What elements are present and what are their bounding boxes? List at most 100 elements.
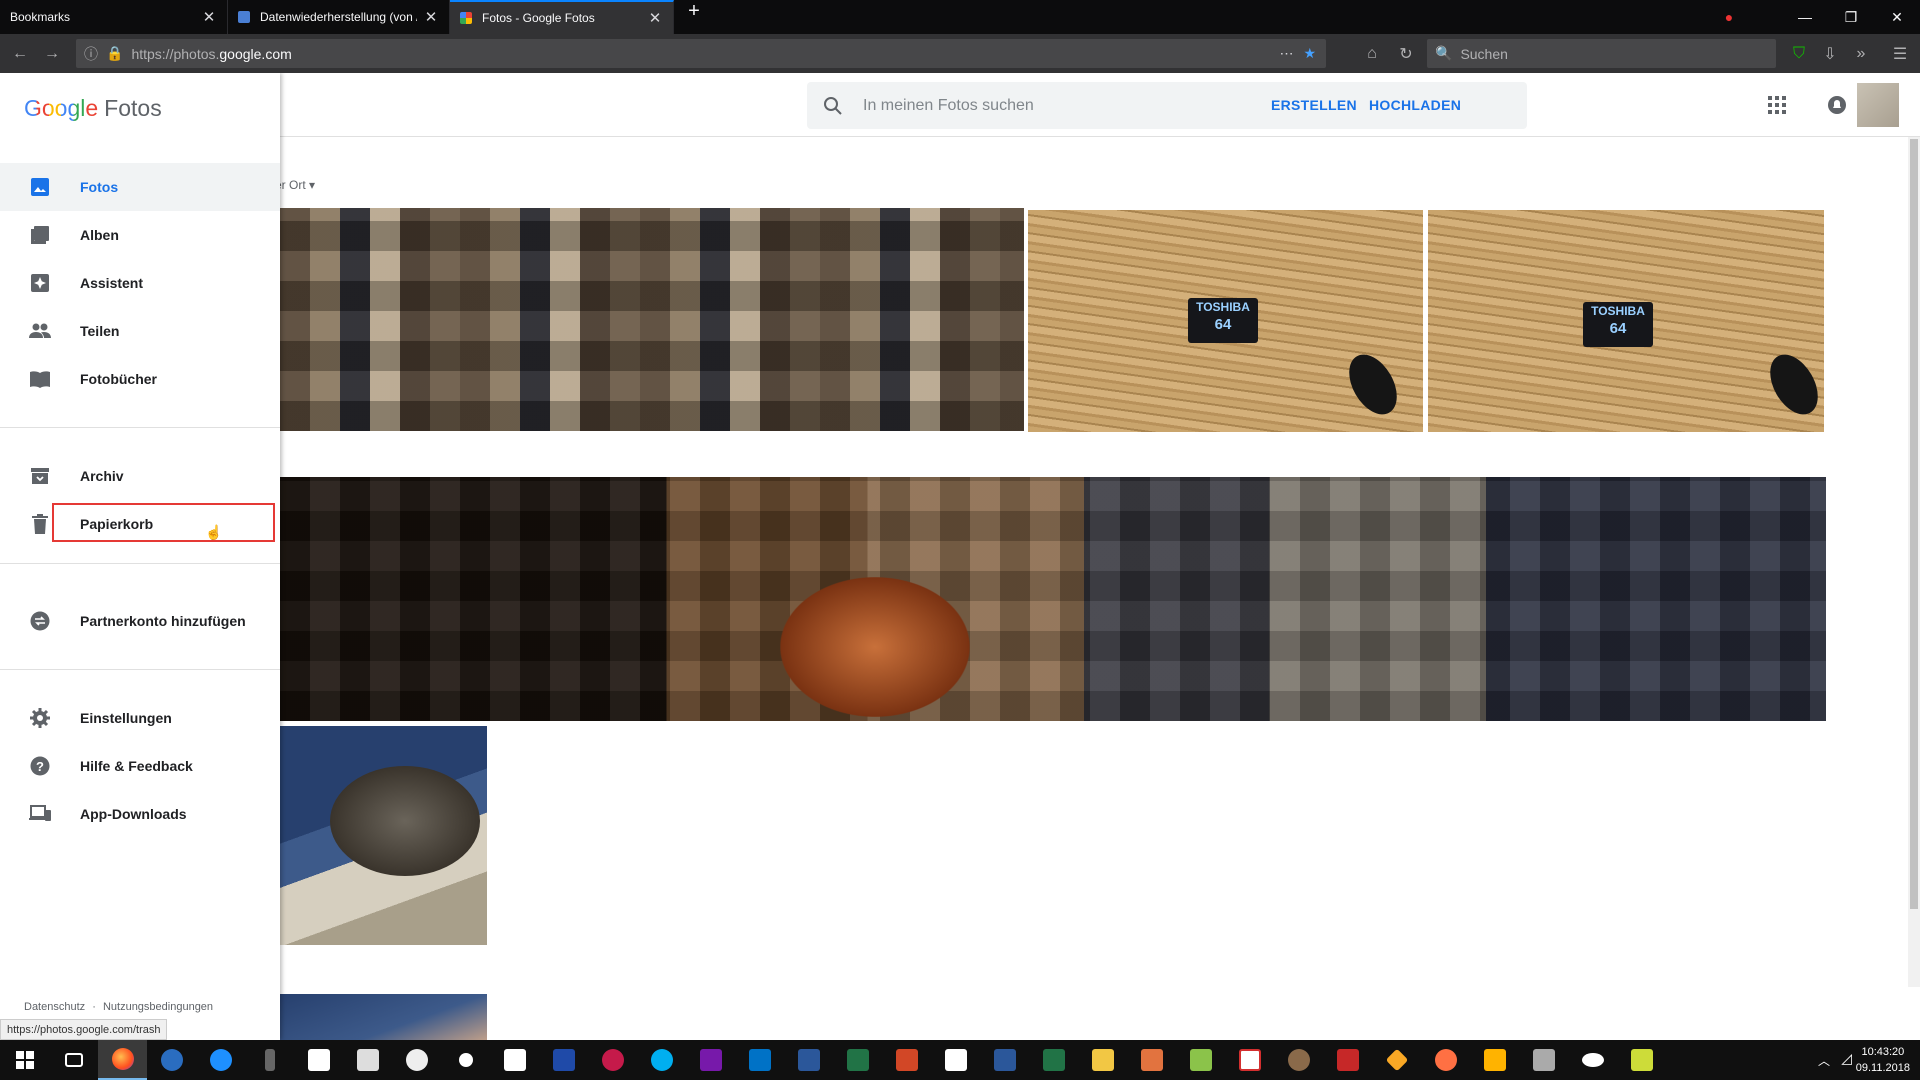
word-icon[interactable] (784, 1040, 833, 1080)
info-icon[interactable]: ⓘ (84, 44, 98, 64)
app-icon[interactable] (1470, 1040, 1519, 1080)
gear-icon (0, 708, 80, 728)
extension-icon[interactable]: ● (1706, 9, 1752, 25)
photo-thumbnail[interactable] (280, 726, 487, 945)
spreadsheet-icon[interactable] (1176, 1040, 1225, 1080)
sidebar-item-label: Archiv (80, 468, 124, 484)
document-icon[interactable] (1127, 1040, 1176, 1080)
tab-bookmarks[interactable]: Bookmarks ✕ (0, 0, 228, 34)
forward-icon[interactable]: → (36, 38, 68, 70)
outlook-icon[interactable] (735, 1040, 784, 1080)
app-icon[interactable] (1274, 1040, 1323, 1080)
reload-icon[interactable]: ↻ (1390, 38, 1422, 70)
onenote-icon[interactable] (686, 1040, 735, 1080)
sidebar-item-app-downloads[interactable]: App-Downloads (0, 790, 280, 838)
firefox-icon[interactable] (98, 1040, 147, 1080)
spreadsheet-icon[interactable] (1029, 1040, 1078, 1080)
thunderbird-icon[interactable] (147, 1040, 196, 1080)
sidebar-item-archiv[interactable]: Archiv (0, 452, 280, 500)
sidebar-item-papierkorb[interactable]: Papierkorb ☝ (0, 500, 280, 548)
eye-icon[interactable] (1568, 1040, 1617, 1080)
excel-icon[interactable] (833, 1040, 882, 1080)
tray-chevron-icon[interactable]: ︿ (1818, 1052, 1830, 1069)
sd-card: TOSHIBA 64 (1583, 302, 1653, 347)
app-icon[interactable] (1617, 1040, 1666, 1080)
brightness-icon[interactable] (441, 1040, 490, 1080)
sidebar-item-alben[interactable]: Alben (0, 211, 280, 259)
powerpoint-icon[interactable] (882, 1040, 931, 1080)
terms-link[interactable]: Nutzungsbedingungen (103, 1001, 213, 1013)
search-icon: 🔍 (1435, 45, 1453, 61)
address-bar[interactable]: ⓘ 🔒 https://photos. google.com ⋯ ★ (76, 39, 1326, 68)
notifications-icon[interactable] (1827, 95, 1847, 115)
cat (330, 766, 480, 876)
page-actions-icon[interactable]: ⋯ (1279, 45, 1293, 62)
close-tab-icon[interactable]: ✕ (201, 8, 217, 26)
skype-icon[interactable] (637, 1040, 686, 1080)
app-icon[interactable] (1421, 1040, 1470, 1080)
back-icon[interactable]: ← (4, 38, 36, 70)
photo-thumbnail[interactable]: TOSHIBA 64 (1028, 210, 1423, 432)
minimize-icon[interactable]: — (1782, 9, 1828, 25)
sidebar-item-label: Fotobücher (80, 371, 157, 387)
sidebar-item-hilfe[interactable]: ? Hilfe & Feedback (0, 742, 280, 790)
bookmark-star-icon[interactable]: ★ (1303, 45, 1316, 62)
system-clock[interactable]: 10:43:20 09.11.2018 (1856, 1044, 1910, 1076)
close-window-icon[interactable]: ✕ (1874, 9, 1920, 26)
create-button[interactable]: ERSTELLEN (1271, 97, 1357, 113)
tab-google-fotos[interactable]: Fotos - Google Fotos ✕ (450, 0, 674, 34)
calculator-icon[interactable] (343, 1040, 392, 1080)
sidebar-item-partnerkonto[interactable]: Partnerkonto hinzufügen (0, 597, 280, 645)
scrollbar[interactable] (1908, 137, 1920, 987)
windows-taskbar: ︿ ◿ 10:43:20 09.11.2018 (0, 1040, 1920, 1080)
document-icon[interactable] (931, 1040, 980, 1080)
app-icon[interactable] (1519, 1040, 1568, 1080)
app-icon[interactable] (490, 1040, 539, 1080)
overflow-chevron-icon[interactable]: » (1845, 38, 1877, 70)
store-icon[interactable] (294, 1040, 343, 1080)
sidebar-item-label: Fotos (80, 179, 119, 195)
camera-icon[interactable] (392, 1040, 441, 1080)
close-tab-icon[interactable]: ✕ (647, 9, 663, 27)
close-tab-icon[interactable]: ✕ (423, 8, 439, 26)
google-photos-logo[interactable]: Google Fotos (24, 95, 162, 122)
shield-icon[interactable]: ⛉ (1783, 38, 1815, 70)
home-icon[interactable]: ⌂ (1356, 38, 1388, 70)
menu-icon[interactable]: ☰ (1884, 38, 1916, 70)
outlook-express-icon[interactable] (539, 1040, 588, 1080)
sidebar-item-teilen[interactable]: Teilen (0, 307, 280, 355)
sidebar-item-fotos[interactable]: Fotos (0, 163, 280, 211)
tab-datenwiederherstellung[interactable]: Datenwiederherstellung (von / ✕ (228, 0, 450, 34)
task-view-icon[interactable] (49, 1040, 98, 1080)
app-icon[interactable] (245, 1040, 294, 1080)
privacy-link[interactable]: Datenschutz (24, 1001, 85, 1013)
sidebar-item-einstellungen[interactable]: Einstellungen (0, 694, 280, 742)
edge-icon[interactable] (196, 1040, 245, 1080)
photo-thumbnail[interactable]: TOSHIBA 64 (1428, 210, 1824, 432)
photo-thumbnail[interactable] (280, 994, 487, 1040)
network-icon[interactable]: ◿ (1841, 1050, 1852, 1067)
restore-icon[interactable]: ❐ (1828, 9, 1874, 26)
app-icon[interactable] (1323, 1040, 1372, 1080)
tab-title: Fotos - Google Fotos (482, 11, 595, 25)
apps-grid-icon[interactable] (1768, 96, 1786, 114)
avatar[interactable] (1857, 83, 1899, 127)
document-icon[interactable] (980, 1040, 1029, 1080)
document-icon[interactable] (1078, 1040, 1127, 1080)
download-icon[interactable]: ⇩ (1814, 38, 1846, 70)
sidebar-item-fotobuecher[interactable]: Fotobücher (0, 355, 280, 403)
filter-label[interactable]: er Ort ▾ (275, 178, 315, 192)
new-tab-icon[interactable]: + (674, 0, 714, 34)
sidebar-item-label: Einstellungen (80, 710, 172, 726)
photo-thumbnail[interactable] (280, 208, 1024, 431)
raspberry-icon[interactable] (588, 1040, 637, 1080)
windows-start-icon[interactable] (0, 1040, 49, 1080)
pdf-icon[interactable] (1225, 1040, 1274, 1080)
photo-thumbnail[interactable] (280, 477, 1826, 721)
app-icon[interactable] (1372, 1040, 1421, 1080)
browser-search-field[interactable]: 🔍 Suchen (1427, 39, 1776, 68)
upload-button[interactable]: HOCHLADEN (1369, 97, 1461, 113)
scrollbar-thumb[interactable] (1910, 139, 1918, 909)
partner-icon (0, 611, 80, 631)
sidebar-item-assistent[interactable]: Assistent (0, 259, 280, 307)
